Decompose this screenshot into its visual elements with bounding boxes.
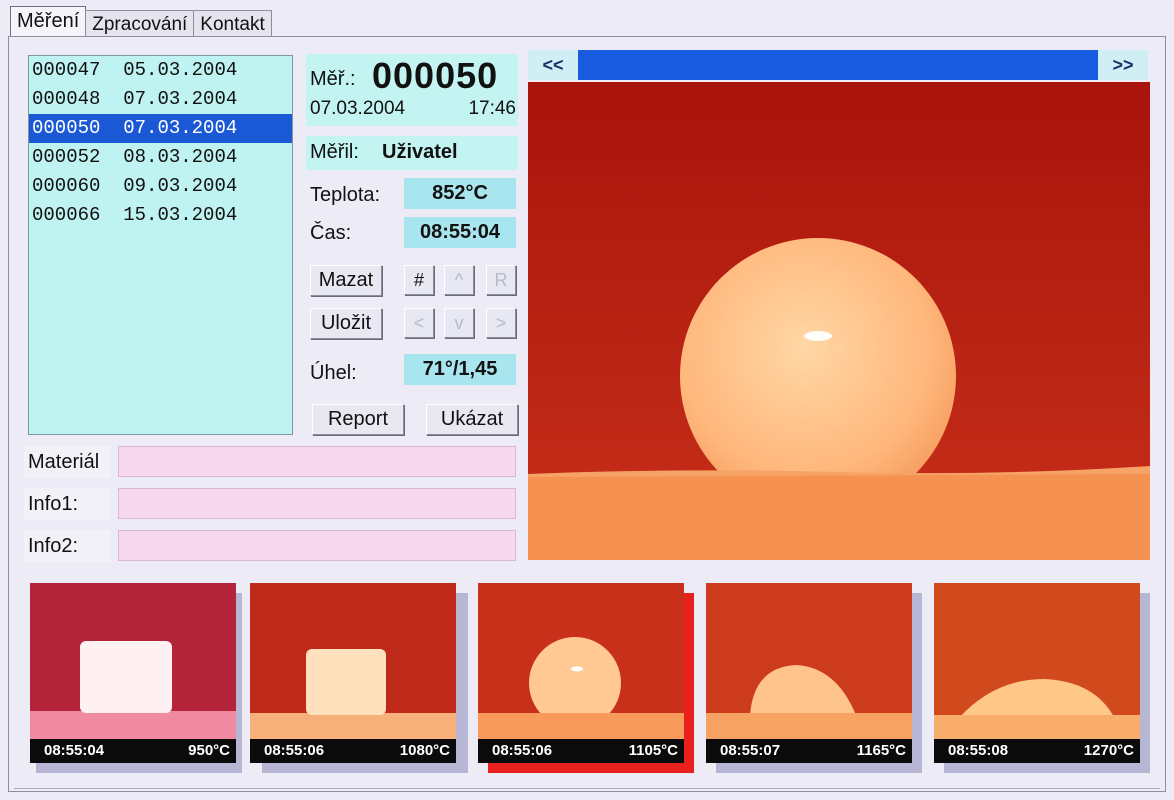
show-button[interactable]: Ukázat <box>426 404 518 435</box>
measurement-id: 000052 <box>32 146 101 168</box>
measurement-id: 000060 <box>32 175 101 197</box>
reset-button[interactable]: R <box>486 265 516 295</box>
material-field[interactable] <box>118 446 516 477</box>
thumbnail-image <box>30 583 236 763</box>
measurement-list[interactable]: 000047 05.03.2004 000048 07.03.2004 0000… <box>28 55 293 435</box>
info1-label: Info1: <box>24 488 110 520</box>
measurement-time-value: 17:46 <box>468 98 516 119</box>
operator-value: Uživatel <box>382 141 458 163</box>
down-button[interactable]: v <box>444 308 474 338</box>
thumbnail-time: 08:55:07 <box>720 742 781 759</box>
thumbnail-frame-2[interactable]: 08:55:06 1080°C <box>250 583 456 763</box>
tab-mereni[interactable]: Měření <box>10 6 87 36</box>
list-item[interactable]: 000047 05.03.2004 <box>29 56 292 85</box>
list-item-selected[interactable]: 000050 07.03.2004 <box>29 114 292 143</box>
list-item[interactable]: 000048 07.03.2004 <box>29 85 292 114</box>
list-item[interactable]: 000052 08.03.2004 <box>29 143 292 172</box>
info1-field[interactable] <box>118 488 516 519</box>
previous-frame-button[interactable]: << <box>528 50 578 80</box>
next-frame-button[interactable]: >> <box>1098 50 1148 80</box>
tab-kontakt[interactable]: Kontakt <box>193 10 272 36</box>
list-item[interactable]: 000066 15.03.2004 <box>29 201 292 230</box>
material-label: Materiál <box>24 446 110 478</box>
measurement-date: 08.03.2004 <box>123 146 238 168</box>
bottom-divider <box>14 788 1160 789</box>
list-item[interactable]: 000060 09.03.2004 <box>29 172 292 201</box>
measurement-id: 000048 <box>32 88 101 110</box>
thumbnail-temp: 1270°C <box>1083 742 1134 759</box>
thumbnail-time: 08:55:06 <box>492 742 553 759</box>
measurement-date: 05.03.2004 <box>123 59 238 81</box>
measurement-id: 000047 <box>32 59 101 81</box>
angle-value: 71°/1,45 <box>404 354 516 385</box>
thumbnail-frame-3[interactable]: 08:55:06 1105°C <box>478 583 684 763</box>
thumbnail-temp: 1080°C <box>399 742 450 759</box>
time-label: Čas: <box>310 222 352 244</box>
thumbnail-caption: 08:55:06 1105°C <box>478 739 684 763</box>
thumbnail-image <box>934 583 1140 763</box>
thumbnail-image <box>250 583 456 763</box>
thumbnail-time: 08:55:08 <box>948 742 1009 759</box>
tab-bar: Měření Zpracování Kontakt <box>10 6 272 36</box>
thumbnail-frame-1[interactable]: 08:55:04 950°C <box>30 583 236 763</box>
measurement-number-label: Měř.: <box>310 68 356 90</box>
time-value: 08:55:04 <box>404 217 516 248</box>
thumbnail-caption: 08:55:04 950°C <box>30 739 236 763</box>
report-button[interactable]: Report <box>312 404 404 435</box>
thumbnail-caption: 08:55:06 1080°C <box>250 739 456 763</box>
save-button[interactable]: Uložit <box>310 308 382 339</box>
up-button[interactable]: ^ <box>444 265 474 295</box>
measurement-date: 07.03.2004 <box>123 88 238 110</box>
thumbnail-time: 08:55:06 <box>264 742 325 759</box>
measurement-date: 09.03.2004 <box>123 175 238 197</box>
tab-zpracovani[interactable]: Zpracování <box>85 10 195 36</box>
thumbnail-time: 08:55:04 <box>44 742 105 759</box>
operator-box: Měřil: Uživatel <box>306 136 518 170</box>
thumbnail-caption: 08:55:08 1270°C <box>934 739 1140 763</box>
delete-button[interactable]: Mazat <box>310 265 382 296</box>
main-sample-image <box>528 82 1150 560</box>
right-button[interactable]: > <box>486 308 516 338</box>
thumbnail-image <box>478 583 684 763</box>
thumbnail-caption: 08:55:07 1165°C <box>706 739 912 763</box>
thumbnail-frame-4[interactable]: 08:55:07 1165°C <box>706 583 912 763</box>
left-button[interactable]: < <box>404 308 434 338</box>
thumbnail-temp: 1105°C <box>628 742 678 759</box>
angle-label: Úhel: <box>310 362 357 384</box>
thumbnail-temp: 1165°C <box>856 742 906 759</box>
measurement-date-value: 07.03.2004 <box>310 98 406 119</box>
thumbnail-temp: 950°C <box>188 742 230 759</box>
info2-field[interactable] <box>118 530 516 561</box>
temperature-value: 852°C <box>404 178 516 209</box>
thumbnail-image <box>706 583 912 763</box>
measurement-id: 000050 <box>32 117 101 139</box>
measurement-header: Měř.: 000050 07.03.2004 17:46 <box>306 54 518 126</box>
hash-button[interactable]: # <box>404 265 434 295</box>
operator-label: Měřil: <box>310 141 359 163</box>
info2-label: Info2: <box>24 530 110 562</box>
measurement-number: 000050 <box>372 55 499 96</box>
frame-scrollbar[interactable]: << >> <box>528 50 1148 80</box>
measurement-id: 000066 <box>32 204 101 226</box>
measurement-date: 07.03.2004 <box>123 117 238 139</box>
thumbnail-frame-5[interactable]: 08:55:08 1270°C <box>934 583 1140 763</box>
measurement-date: 15.03.2004 <box>123 204 238 226</box>
temperature-label: Teplota: <box>310 184 381 206</box>
